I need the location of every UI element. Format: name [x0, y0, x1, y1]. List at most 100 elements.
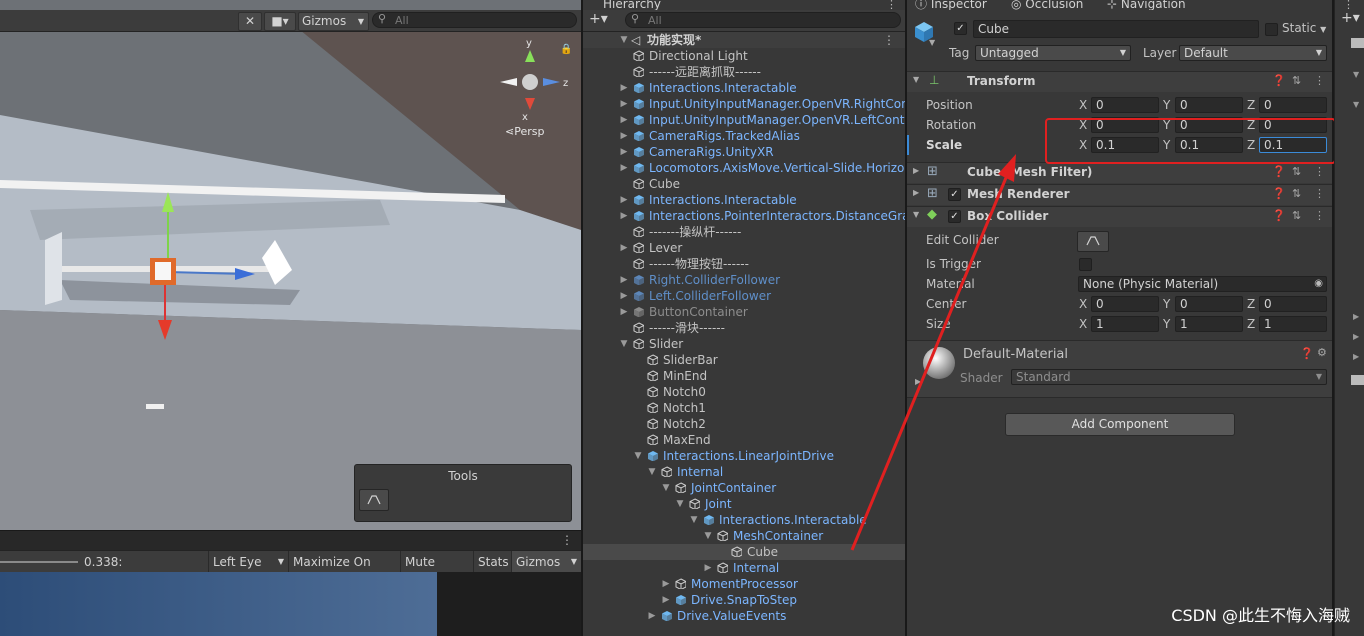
mesh-renderer-header[interactable]: ▶ ⊞ ✓ Mesh Renderer ❓ ⇅ ⋮	[907, 184, 1332, 205]
box-collider-header[interactable]: ▼ ◆ ✓ Box Collider ❓ ⇅ ⋮	[907, 206, 1332, 227]
hierarchy-row[interactable]: Notch1	[583, 400, 905, 416]
position-y-field[interactable]: 0	[1175, 97, 1243, 113]
collapse-arrow-icon[interactable]: ▼	[913, 75, 919, 84]
tab-occlusion[interactable]: ◎ Occlusion	[1011, 0, 1083, 10]
expand-arrow-icon[interactable]: ▶	[913, 188, 919, 197]
active-checkbox[interactable]: ✓	[954, 22, 967, 35]
hierarchy-row[interactable]: Notch0	[583, 384, 905, 400]
transform-header[interactable]: ▼ ⊥ Transform ❓ ⇅ ⋮	[907, 71, 1332, 92]
hierarchy-row[interactable]: Cube	[583, 176, 905, 192]
hierarchy-row[interactable]: MaxEnd	[583, 432, 905, 448]
object-name-field[interactable]: Cube	[973, 20, 1259, 38]
hierarchy-row[interactable]: ▶ Locomotors.AxisMove.Vertical-Slide.Hori…	[583, 160, 905, 176]
center-z-field[interactable]: 0	[1259, 296, 1327, 312]
expand-arrow-icon[interactable]: ▼	[647, 464, 657, 480]
gizmos-dropdown[interactable]: Gizmos ▼	[298, 12, 369, 31]
hierarchy-row[interactable]: ▶ CameraRigs.UnityXR	[583, 144, 905, 160]
expand-arrow-icon[interactable]: ▶	[661, 576, 671, 592]
camera-icon[interactable]: ■▾	[264, 12, 296, 31]
expand-arrow-icon[interactable]: ▶	[619, 192, 629, 208]
eye-select[interactable]: Left Eye ▼	[208, 551, 288, 573]
expand-arrow-icon[interactable]: ▶	[619, 208, 629, 224]
box-collider-enabled-checkbox[interactable]: ✓	[948, 210, 961, 223]
scene-menu-icon[interactable]: ⋮	[883, 32, 895, 48]
expand-arrow-icon[interactable]: ▶	[647, 608, 657, 624]
help-icon[interactable]: ❓	[1272, 165, 1286, 178]
center-x-field[interactable]: 0	[1091, 296, 1159, 312]
expand-arrow-icon[interactable]: ▶	[619, 160, 629, 176]
hierarchy-row[interactable]: ▼ Slider	[583, 336, 905, 352]
edit-collider-tool-button[interactable]	[359, 489, 389, 511]
expand-arrow-icon[interactable]: ▶	[661, 592, 671, 608]
expand-arrow-icon[interactable]: ▶	[913, 166, 919, 175]
expand-arrow-icon[interactable]: ▶	[1353, 312, 1359, 321]
hierarchy-row[interactable]: -------操纵杆------	[583, 224, 905, 240]
scene-search-input[interactable]: All	[372, 12, 577, 28]
stats-toggle[interactable]: Stats	[473, 551, 511, 573]
layer-dropdown[interactable]: Default ▼	[1179, 45, 1327, 61]
tab-navigation[interactable]: ⊹ Navigation	[1107, 0, 1186, 10]
expand-arrow-icon[interactable]: ▶	[619, 112, 629, 128]
hierarchy-row[interactable]: ▶ Internal	[583, 560, 905, 576]
hierarchy-row[interactable]: Cube	[583, 544, 905, 560]
scene-view[interactable]: y z x ⋖Persp 🔒 Tools	[0, 0, 581, 530]
tab-menu-icon[interactable]: ⋮	[561, 533, 573, 547]
hierarchy-row[interactable]: ▶ Drive.ValueEvents	[583, 608, 905, 624]
hierarchy-row[interactable]: ------远距离抓取------	[583, 64, 905, 80]
expand-arrow-icon[interactable]: ▶	[1353, 352, 1359, 361]
center-y-field[interactable]: 0	[1175, 296, 1243, 312]
shader-dropdown[interactable]: Standard ▼	[1011, 369, 1327, 385]
component-menu-icon[interactable]: ⋮	[1314, 74, 1325, 87]
mesh-renderer-enabled-checkbox[interactable]: ✓	[948, 188, 961, 201]
hierarchy-row[interactable]: ▶ MomentProcessor	[583, 576, 905, 592]
preset-icon[interactable]: ⇅	[1292, 165, 1301, 178]
hierarchy-row[interactable]: ▼ MeshContainer	[583, 528, 905, 544]
expand-arrow-icon[interactable]: ▶	[619, 128, 629, 144]
expand-arrow-icon[interactable]: ▼	[689, 512, 699, 528]
expand-arrow-icon[interactable]: ▼	[675, 496, 685, 512]
expand-arrow-icon[interactable]: ▶	[619, 240, 629, 256]
hierarchy-row[interactable]: ------滑块------	[583, 320, 905, 336]
expand-arrow-icon[interactable]: ▼	[619, 336, 629, 352]
hierarchy-row[interactable]: ▼ JointContainer	[583, 480, 905, 496]
size-z-field[interactable]: 1	[1259, 316, 1327, 332]
expand-arrow-icon[interactable]: ▼	[661, 480, 671, 496]
component-menu-icon[interactable]: ⋮	[1314, 209, 1325, 222]
expand-arrow-icon[interactable]: ▼	[619, 32, 629, 48]
size-y-field[interactable]: 1	[1175, 316, 1243, 332]
persp-label[interactable]: ⋖Persp	[505, 125, 544, 138]
preset-icon[interactable]: ⇅	[1292, 187, 1301, 200]
position-x-field[interactable]: 0	[1091, 97, 1159, 113]
hierarchy-row[interactable]: ▶ Right.ColliderFollower	[583, 272, 905, 288]
hierarchy-row[interactable]: ▶ Lever	[583, 240, 905, 256]
hierarchy-row[interactable]: ▶ Interactions.PointerInteractors.Distanc…	[583, 208, 905, 224]
expand-arrow-icon[interactable]: ▶	[619, 304, 629, 320]
hierarchy-row[interactable]: ▼ Internal	[583, 464, 905, 480]
expand-arrow-icon[interactable]: ▶	[915, 377, 921, 386]
component-menu-icon[interactable]: ⋮	[1314, 165, 1325, 178]
preset-icon[interactable]: ⇅	[1292, 209, 1301, 222]
static-dropdown[interactable]: Static ▼	[1282, 21, 1326, 35]
hierarchy-row[interactable]: ▼ Joint	[583, 496, 905, 512]
game-viewport[interactable]	[0, 572, 437, 636]
material-field[interactable]: None (Physic Material) ◉	[1078, 276, 1327, 292]
hierarchy-row[interactable]: ------物理按钮------	[583, 256, 905, 272]
expand-arrow-icon[interactable]: ▶	[703, 560, 713, 576]
is-trigger-checkbox[interactable]	[1079, 258, 1092, 271]
hierarchy-row[interactable]: Directional Light	[583, 48, 905, 64]
tag-dropdown[interactable]: Untagged ▼	[975, 45, 1131, 61]
hierarchy-row[interactable]: ▶ Input.UnityInputManager.OpenVR.RightCon	[583, 96, 905, 112]
scene-root-row[interactable]: ▼ ◁ 功能实现* ⋮	[583, 32, 905, 48]
mute-audio-toggle[interactable]: Mute Audio	[400, 551, 472, 591]
hierarchy-row[interactable]: ▼ Interactions.LinearJointDrive	[583, 448, 905, 464]
object-picker-icon[interactable]: ◉	[1314, 277, 1323, 291]
expand-arrow-icon[interactable]: ▶	[619, 80, 629, 96]
hierarchy-row[interactable]: SliderBar	[583, 352, 905, 368]
size-x-field[interactable]: 1	[1091, 316, 1159, 332]
hierarchy-row[interactable]: ▼ Interactions.Interactable	[583, 512, 905, 528]
help-icon[interactable]: ❓	[1272, 209, 1286, 222]
scene-viewport[interactable]	[0, 0, 581, 530]
expand-arrow-icon[interactable]: ▼	[633, 448, 643, 464]
tab-inspector[interactable]: ⓘ Inspector	[915, 0, 987, 10]
expand-arrow-icon[interactable]: ▶	[619, 272, 629, 288]
